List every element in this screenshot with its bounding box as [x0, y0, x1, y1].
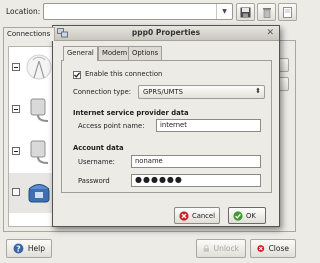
cancel-label: Cancel [191, 211, 215, 220]
help-label: Help [27, 244, 45, 253]
ok-check-icon [233, 210, 243, 221]
wireless-tower-icon [26, 54, 52, 80]
chevron-down-icon[interactable]: ▼ [216, 4, 232, 19]
updown-arrow-icon: ⬍ [255, 87, 261, 95]
tab-general[interactable]: General [63, 46, 98, 61]
tab-connections[interactable]: Connections [3, 27, 55, 41]
delete-button[interactable] [257, 3, 276, 21]
connections-list [8, 46, 57, 227]
list-item[interactable] [9, 173, 56, 213]
location-combo[interactable]: ▼ [43, 3, 233, 20]
list-item[interactable] [9, 47, 56, 87]
general-panel: Enable this connection Connection type: … [61, 60, 272, 193]
lock-icon [203, 245, 209, 252]
dialog-titlebar[interactable]: ppp0 Properties ✕ [53, 26, 279, 41]
access-point-label: Access point name: [78, 122, 145, 130]
svg-text:?: ? [16, 244, 21, 253]
connection-checkbox[interactable] [12, 63, 20, 71]
ok-button[interactable]: OK [228, 207, 266, 224]
ethernet-cable-icon [30, 98, 49, 122]
connection-type-label: Connection type: [73, 88, 132, 96]
access-point-input[interactable]: internet [156, 119, 261, 132]
username-input[interactable]: noname [131, 155, 261, 168]
location-label: Location: [6, 7, 41, 16]
username-label: Username: [78, 158, 115, 166]
ok-label: OK [246, 211, 256, 220]
connection-type-select[interactable]: GPRS/UMTS ⬍ [138, 85, 265, 99]
telephone-icon [28, 184, 50, 203]
account-section-title: Account data [73, 144, 124, 152]
connection-checkbox[interactable] [12, 147, 20, 155]
tab-modem[interactable]: Modem [98, 46, 132, 60]
close-label: Close [268, 244, 289, 253]
close-icon[interactable]: ✕ [266, 27, 274, 39]
cancel-icon [179, 210, 189, 221]
connection-checkbox[interactable] [12, 105, 20, 113]
list-item[interactable] [9, 89, 56, 129]
connection-checkbox[interactable] [12, 188, 20, 196]
properties-button[interactable] [278, 3, 297, 21]
close-button[interactable]: Close [250, 239, 296, 258]
help-icon: ? [13, 243, 24, 254]
close-icon [257, 245, 265, 252]
cancel-button[interactable]: Cancel [174, 207, 220, 224]
connection-type-value: GPRS/UMTS [143, 88, 183, 96]
help-button[interactable]: ? Help [6, 239, 52, 258]
floppy-disk-icon [240, 7, 251, 17]
tab-options[interactable]: Options [128, 46, 163, 60]
enable-connection-label: Enable this connection [85, 70, 163, 78]
ethernet-cable-icon [30, 140, 49, 164]
trash-icon [262, 7, 271, 18]
password-input[interactable]: ●●●●●● [131, 174, 261, 187]
dialog-title: ppp0 Properties [131, 28, 201, 37]
document-icon [283, 6, 292, 18]
list-item[interactable] [9, 131, 56, 171]
unlock-label: Unlock [213, 244, 239, 253]
checkmark-icon [74, 72, 81, 78]
isp-section-title: Internet service provider data [73, 109, 189, 117]
password-label: Password [78, 177, 110, 185]
save-button[interactable] [236, 3, 255, 21]
properties-dialog: ppp0 Properties ✕ General Modem Options … [52, 25, 280, 227]
enable-connection-checkbox[interactable] [73, 71, 81, 79]
unlock-button[interactable]: Unlock [196, 239, 246, 258]
